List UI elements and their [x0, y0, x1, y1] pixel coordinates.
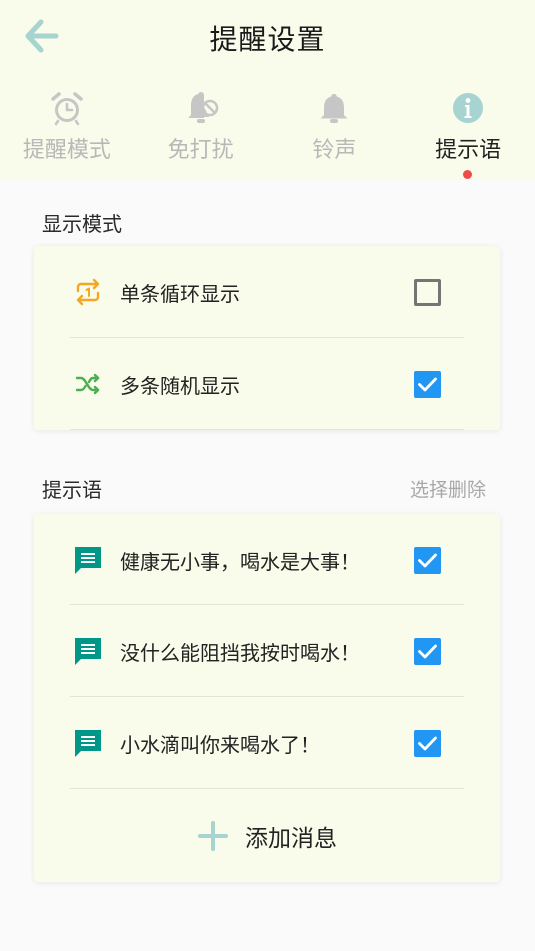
- plus-icon: [198, 821, 228, 851]
- page-title: 提醒设置: [209, 23, 326, 56]
- shuffle-icon: [75, 373, 100, 395]
- tip-item[interactable]: 小水滴叫你来喝水了！: [34, 697, 500, 789]
- info-icon: [453, 93, 484, 123]
- tab-label: 免打扰: [167, 138, 234, 163]
- tip-text: 健康无小事，喝水是大事！: [120, 550, 360, 574]
- tab-tip-messages[interactable]: 提示语: [401, 86, 535, 180]
- repeat-one-icon: [76, 278, 100, 306]
- alarm-clock-icon: [51, 92, 83, 126]
- tab-bar: 提醒模式 免打扰 铃声 提示语: [0, 86, 535, 180]
- option-label: 多条随机显示: [120, 374, 240, 398]
- tip-item[interactable]: 健康无小事，喝水是大事！: [34, 514, 500, 606]
- bell-icon: [320, 94, 348, 123]
- checkbox-checked[interactable]: [414, 371, 441, 398]
- divider: [70, 788, 464, 789]
- checkbox-checked[interactable]: [414, 638, 441, 665]
- tips-title: 提示语: [42, 478, 102, 502]
- tips-card: 健康无小事，喝水是大事！ 没什么能阻挡我按时喝水！ 小水滴叫你来喝水了！ 添加消…: [34, 514, 500, 882]
- tab-reminder-mode[interactable]: 提醒模式: [0, 86, 134, 180]
- divider: [70, 429, 464, 430]
- checkbox-checked[interactable]: [414, 547, 441, 574]
- tip-text: 没什么能阻挡我按时喝水！: [120, 641, 360, 665]
- active-tab-indicator: [463, 170, 473, 179]
- tab-label: 提醒模式: [22, 138, 111, 163]
- tab-do-not-disturb[interactable]: 免打扰: [134, 86, 268, 180]
- option-random[interactable]: 多条随机显示: [34, 338, 500, 430]
- checkbox-unchecked[interactable]: [414, 279, 441, 306]
- add-message-label: 添加消息: [245, 826, 337, 852]
- tab-label: 提示语: [435, 138, 502, 163]
- display-mode-title: 显示模式: [42, 212, 122, 236]
- select-delete-button[interactable]: 选择删除: [410, 475, 486, 502]
- message-icon: [75, 547, 101, 574]
- checkbox-checked[interactable]: [414, 730, 441, 757]
- display-mode-card: 单条循环显示 多条随机显示: [34, 246, 500, 430]
- option-label: 单条循环显示: [120, 282, 240, 306]
- tab-label: 铃声: [312, 138, 357, 163]
- option-single-loop[interactable]: 单条循环显示: [34, 246, 500, 338]
- header: 提醒设置 提醒模式 免打扰 铃声 提示语: [0, 0, 535, 180]
- bell-off-icon: [187, 92, 218, 123]
- add-message-button[interactable]: 添加消息: [34, 790, 500, 882]
- tab-ringtone[interactable]: 铃声: [268, 86, 402, 180]
- tip-item[interactable]: 没什么能阻挡我按时喝水！: [34, 605, 500, 697]
- tip-text: 小水滴叫你来喝水了！: [120, 733, 320, 757]
- message-icon: [75, 638, 101, 665]
- message-icon: [75, 730, 101, 757]
